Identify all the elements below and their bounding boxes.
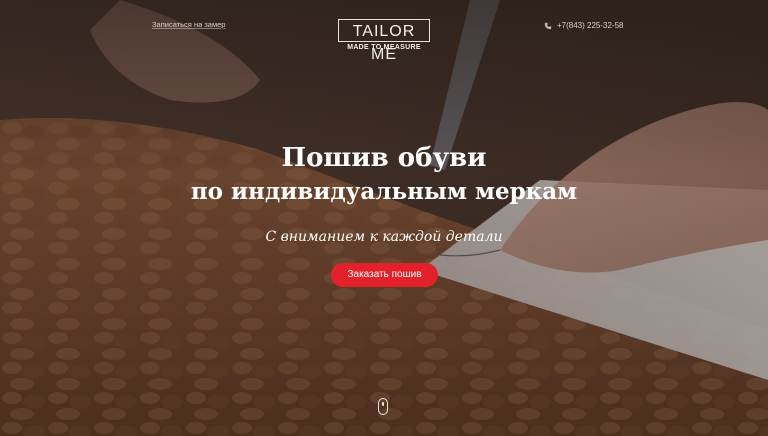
phone-number: +7(843) 225-32-58 (557, 21, 624, 30)
order-tailoring-button[interactable]: Заказать пошив (331, 263, 438, 287)
headline-line-2: по индивидуальным меркам (190, 178, 578, 205)
top-bar: Записаться на замер TAILOR ME MADE TO ME… (0, 0, 768, 70)
logo-subtitle: MADE TO MEASURE (347, 44, 421, 51)
hero-subtitle: С вниманием к каждой детали (265, 229, 503, 245)
phone-icon (544, 22, 552, 30)
phone-contact[interactable]: +7(843) 225-32-58 (544, 21, 624, 30)
logo[interactable]: TAILOR ME MADE TO MEASURE (338, 19, 430, 63)
scroll-wheel (382, 402, 384, 406)
signup-for-measurement-link[interactable]: Записаться на замер (152, 20, 225, 29)
hero-section: Записаться на замер TAILOR ME MADE TO ME… (0, 0, 768, 436)
hero-headline: Пошив обуви по индивидуальным меркам (0, 140, 768, 208)
logo-title: TAILOR ME (338, 19, 430, 63)
mouse-scroll-icon[interactable] (378, 398, 388, 415)
headline-line-1: Пошив обуви (281, 143, 487, 173)
